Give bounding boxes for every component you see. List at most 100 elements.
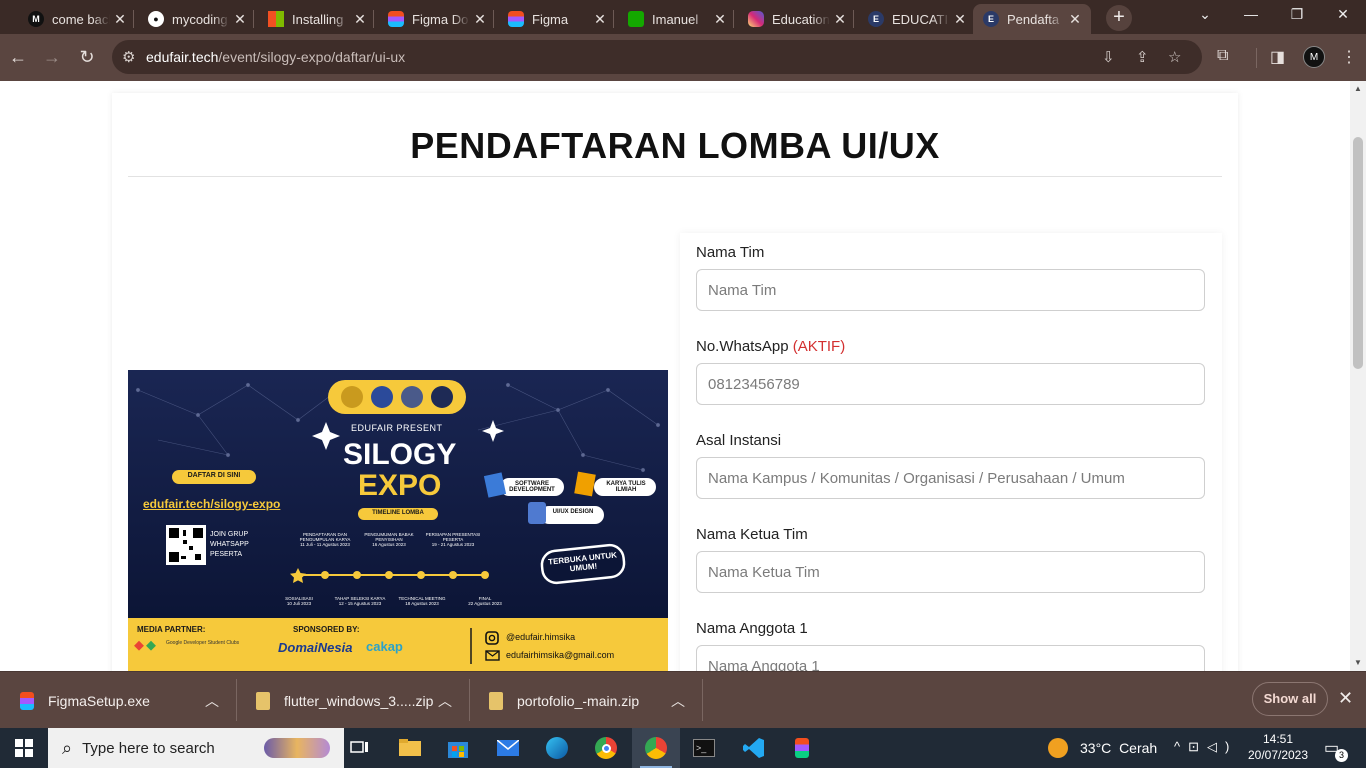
poster-title-1: SILOGY: [343, 438, 457, 471]
poster-media-partner: Google Developer Student Clubs: [166, 640, 240, 646]
address-bar[interactable]: ⚙ edufair.tech/event/silogy-expo/daftar/…: [112, 40, 1202, 74]
minimize-button[interactable]: —: [1241, 6, 1261, 22]
tab-2[interactable]: Installing ✕: [258, 4, 376, 34]
poster-media-partner-label: MEDIA PARTNER:: [137, 625, 206, 634]
weather-widget[interactable]: 33°C Cerah: [1048, 728, 1157, 768]
network-icon[interactable]: ⊡: [1188, 739, 1207, 754]
close-tab-icon[interactable]: ✕: [590, 11, 610, 28]
close-tab-icon[interactable]: ✕: [950, 11, 970, 28]
figma-app-icon[interactable]: [778, 728, 826, 768]
required-note: (AKTIF): [792, 338, 846, 355]
profile-avatar[interactable]: M: [1303, 46, 1325, 68]
member-1-input[interactable]: [696, 645, 1205, 671]
system-tray[interactable]: ^⊡◁): [1174, 739, 1237, 755]
tab-divider: [733, 10, 734, 28]
field-label-member-1: Nama Anggota 1: [696, 620, 808, 637]
tab-search-icon[interactable]: ⌄: [1195, 6, 1215, 23]
field-label-leader: Nama Ketua Tim: [696, 526, 808, 543]
poster-register-badge: DAFTAR DI SINI: [187, 472, 241, 479]
team-leader-input[interactable]: [696, 551, 1205, 593]
restore-button[interactable]: ❐: [1287, 6, 1307, 23]
field-label-institution: Asal Instansi: [696, 432, 781, 449]
install-app-icon[interactable]: ⇩: [1102, 48, 1115, 66]
show-all-downloads-button[interactable]: Show all: [1252, 682, 1328, 716]
vscode-icon[interactable]: [730, 728, 778, 768]
timeline-label: PERSIAPAN PRESENTASI PESERTA: [425, 532, 481, 542]
new-tab-button[interactable]: +: [1106, 5, 1132, 31]
tab-3[interactable]: Figma Do ✕: [378, 4, 496, 34]
chrome-glyph: [595, 737, 617, 759]
whatsapp-input[interactable]: [696, 363, 1205, 405]
chrome-icon[interactable]: [582, 728, 630, 768]
field-label-team-name: Nama Tim: [696, 244, 764, 261]
timeline-date: 10 Juli 2023: [286, 601, 312, 606]
extensions-icon[interactable]: ⧉: [1217, 47, 1228, 65]
url-text[interactable]: edufair.tech/event/silogy-expo/daftar/ui…: [146, 49, 405, 65]
poster-timeline-badge: TIMELINE LOMBA: [372, 510, 424, 516]
tab-5[interactable]: Imanuel ✕: [618, 4, 736, 34]
clock[interactable]: 14:51 20/07/2023: [1244, 731, 1312, 763]
terminal-icon[interactable]: >_: [680, 728, 728, 768]
forward-icon[interactable]: →: [40, 46, 64, 70]
label-text: Nama Tim: [696, 244, 765, 261]
reload-icon[interactable]: ↻: [75, 46, 99, 70]
close-tab-icon[interactable]: ✕: [350, 11, 370, 28]
scroll-down-arrow-icon[interactable]: ▼: [1354, 658, 1362, 667]
chevron-up-icon[interactable]: ︿: [671, 691, 685, 711]
file-explorer-icon[interactable]: [386, 728, 434, 768]
team-name-input[interactable]: [696, 269, 1205, 311]
mail-glyph: [497, 740, 519, 756]
tab-0[interactable]: M come back ✕: [18, 4, 136, 34]
mail-icon[interactable]: [484, 728, 532, 768]
poster-category-software: SOFTWARE DEVELOPMENT: [509, 481, 555, 493]
tab-4[interactable]: Figma ✕: [498, 4, 616, 34]
medium-icon: M: [28, 11, 44, 27]
volume-icon[interactable]: ◁): [1207, 739, 1237, 754]
share-icon[interactable]: ⇪: [1136, 48, 1149, 66]
close-tab-icon[interactable]: ✕: [470, 11, 490, 28]
task-view-icon[interactable]: [336, 728, 384, 768]
tab-6[interactable]: Education ✕: [738, 4, 856, 34]
bookmark-star-icon[interactable]: ☆: [1168, 48, 1181, 66]
tab-title: Education: [772, 11, 830, 27]
poster-register-url: edufair.tech/silogy-expo: [143, 497, 281, 511]
close-tab-icon[interactable]: ✕: [230, 11, 250, 28]
label-text: Nama Ketua Tim: [696, 526, 808, 543]
download-divider: [702, 679, 703, 721]
tab-7[interactable]: E EDUCATI ✕: [858, 4, 976, 34]
chevron-up-icon[interactable]: ︿: [205, 691, 219, 711]
close-tab-icon[interactable]: ✕: [110, 11, 130, 28]
tab-8-active[interactable]: E Pendafta ✕: [973, 4, 1091, 34]
store-icon[interactable]: [434, 728, 482, 768]
page-scrollbar[interactable]: ▲ ▼: [1350, 81, 1366, 671]
label-text: No.WhatsApp: [696, 338, 789, 355]
scrollbar-thumb[interactable]: [1353, 137, 1363, 369]
edge-icon[interactable]: [533, 728, 581, 768]
back-icon[interactable]: ←: [6, 46, 30, 70]
poster-email: edufairhimsika@gmail.com: [506, 650, 615, 660]
tab-1[interactable]: ● mycoding ✕: [138, 4, 256, 34]
download-item[interactable]: flutter_windows_3.....zip ︿: [236, 672, 469, 729]
taskbar-search-box[interactable]: ⌕ Type here to search: [48, 728, 344, 768]
timeline-item: TAHAP SELEKSI KARYA 12 - 15 Agustus 2023: [328, 596, 392, 606]
download-item[interactable]: FigmaSetup.exe ︿: [0, 672, 236, 729]
scroll-up-arrow-icon[interactable]: ▲: [1354, 84, 1362, 93]
chrome-profile-icon[interactable]: [632, 728, 680, 768]
side-panel-icon[interactable]: ◨: [1270, 47, 1285, 67]
site-info-icon[interactable]: ⚙: [122, 48, 135, 66]
close-tab-icon[interactable]: ✕: [710, 11, 730, 28]
close-window-button[interactable]: ✕: [1333, 6, 1353, 23]
close-icon[interactable]: ✕: [1338, 688, 1353, 709]
download-item[interactable]: portofolio_-main.zip ︿: [469, 672, 702, 729]
tab-title: Figma: [532, 11, 569, 27]
close-tab-icon[interactable]: ✕: [1065, 11, 1085, 28]
poster-presenter: EDUFAIR PRESENT: [351, 423, 443, 433]
institution-input[interactable]: [696, 457, 1205, 499]
page-viewport: PENDAFTARAN LOMBA UI/UX EDUFAIR PRESENT …: [0, 81, 1366, 671]
chevron-up-icon[interactable]: ︿: [438, 691, 452, 711]
timeline-item: PENGUMUMAN BABAK PENYISIHAN 16 Agustus 20…: [358, 532, 420, 547]
close-tab-icon[interactable]: ✕: [830, 11, 850, 28]
chevron-up-icon[interactable]: ^: [1174, 739, 1188, 754]
start-button[interactable]: [0, 728, 48, 768]
menu-kebab-icon[interactable]: ⋮: [1341, 47, 1357, 67]
